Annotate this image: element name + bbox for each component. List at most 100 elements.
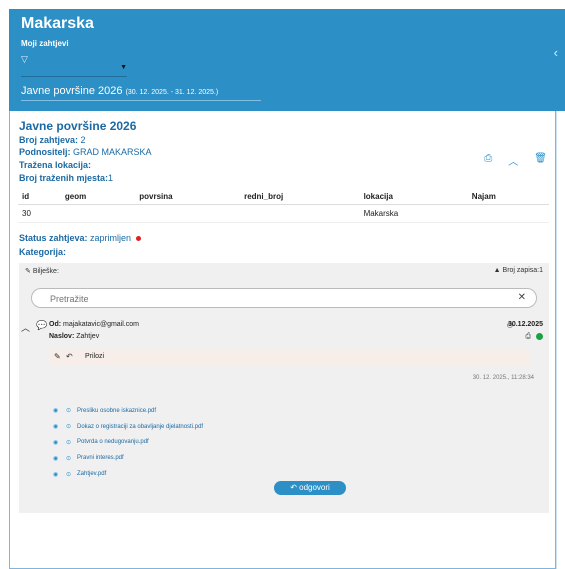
link-icon: ⊙ — [66, 471, 72, 478]
col-povrsina: povrsina — [135, 189, 241, 205]
notes-count-label: Broj zapisa:1 — [502, 267, 543, 274]
list-item: ◉ ⊙ Zahtjev.pdf — [53, 466, 203, 482]
note-date: 30.12.2025 — [507, 321, 543, 328]
attachments-bar: ✎ ↶ Prilozi — [49, 350, 529, 365]
note-from-label: Od: — [49, 321, 62, 328]
table-header-row: id geom povrsina redni_broj lokacija Naj… — [18, 189, 549, 205]
col-redni-broj: redni_broj — [240, 189, 360, 205]
cell-najam — [467, 204, 549, 223]
cell-id: 30 — [18, 204, 61, 223]
request-number-label: Broj zahtjeva: — [19, 135, 79, 145]
edit-icon[interactable]: ✎ — [25, 268, 31, 275]
check-icon — [536, 333, 543, 340]
notes-search[interactable]: ✕ — [31, 288, 537, 308]
note-timestamp: 30. 12. 2025., 11:28:34 — [472, 375, 534, 381]
request-title: Javne površine 2026 — [19, 119, 137, 133]
print-icon[interactable]: ⎙ — [484, 153, 492, 168]
card-actions: ⎙ ︿ 🗑 — [484, 153, 547, 168]
note-subject-value: Zahtjev — [76, 333, 100, 340]
requested-spots-label: Broj traženih mjesta: — [19, 173, 109, 183]
paperclip-icon: ⎙ — [525, 333, 531, 340]
chevron-left-icon[interactable]: ‹ — [554, 45, 558, 60]
status-label: Status zahtjeva: — [19, 233, 88, 243]
submitter-label: Podnositelj: — [19, 147, 71, 157]
reply-label: odgovori — [299, 483, 330, 492]
attachment-link[interactable]: Presliku osobne iskaznice.pdf — [77, 408, 156, 414]
note-subject-label: Naslov: — [49, 333, 75, 340]
notes-title: Bilješke: — [32, 268, 59, 275]
request-number: Broj zahtjeva: 2 — [19, 135, 86, 145]
cell-lokacija: Makarska — [359, 204, 468, 223]
request-type-select[interactable]: ▼ — [21, 64, 127, 77]
side-panel — [556, 111, 565, 569]
attachment-link[interactable]: Potvrda o nedugovanju.pdf — [77, 439, 149, 445]
eye-icon[interactable]: ◉ — [53, 471, 66, 478]
cell-povrsina — [135, 204, 241, 223]
notes-count[interactable]: ▲ Broj zapisa:1 — [494, 267, 543, 274]
link-icon: ⊙ — [66, 455, 72, 462]
list-item: ◉ ⊙ Potvrda o nedugovanju.pdf — [53, 435, 203, 451]
requested-spots-value: 1 — [108, 173, 114, 183]
eye-icon[interactable]: ◉ — [53, 455, 66, 462]
requested-location-label: Tražena lokacija: — [19, 160, 92, 170]
col-id: id — [18, 189, 61, 205]
attachments-label: Prilozi — [85, 353, 105, 360]
location-table: id geom povrsina redni_broj lokacija Naj… — [18, 189, 549, 223]
note-item: ︿ 💬 Od: majakatavic@gmail.com ◷ 30.12.20… — [21, 320, 547, 341]
request-status: Status zahtjeva: zaprimljen — [19, 233, 141, 243]
attachment-link[interactable]: Pravni interes.pdf — [77, 455, 124, 461]
cell-geom — [60, 204, 136, 223]
notes-header: ✎ Bilješke: — [25, 267, 59, 275]
eye-icon[interactable]: ◉ — [53, 439, 66, 446]
col-najam: Najam — [467, 189, 549, 205]
eye-icon[interactable]: ◉ — [53, 423, 66, 430]
link-icon: ⊙ — [66, 424, 72, 431]
app-title: Makarska — [21, 15, 94, 32]
request-card: Javne površine 2026 Broj zahtjeva: 2 Pod… — [9, 111, 556, 569]
chevron-down-icon: ▼ — [120, 64, 127, 71]
reply-button[interactable]: ↶ odgovori — [274, 481, 346, 495]
note-from: Od: majakatavic@gmail.com — [49, 321, 139, 328]
status-value: zaprimljen — [90, 233, 132, 243]
attachment-link[interactable]: Zahtjev.pdf — [77, 471, 106, 477]
chevron-up-icon[interactable]: ︿ — [21, 321, 30, 334]
col-geom: geom — [60, 189, 136, 205]
link-icon: ⊙ — [66, 439, 72, 446]
range-name: Javne površine 2026 — [21, 85, 123, 97]
trash-icon[interactable]: 🗑 — [534, 153, 547, 168]
divider — [21, 100, 261, 101]
attachment-link[interactable]: Dokaz o registraciji za obavljanje djela… — [77, 424, 203, 430]
link-icon: ⊙ — [66, 408, 72, 415]
col-lokacija: lokacija — [359, 189, 468, 205]
attachment-list: ◉ ⊙ Presliku osobne iskaznice.pdf ◉ ⊙ Do… — [53, 403, 203, 482]
eye-icon[interactable]: ◉ — [53, 407, 66, 414]
table-row[interactable]: 30 Makarska — [18, 204, 549, 223]
header-bar: Makarska Moji zahtjevi ▽ ▼ ‹ Javne površ… — [9, 9, 565, 111]
message-icon: 💬 — [36, 320, 48, 330]
submitter: Podnositelj: GRAD MAKARSKA — [19, 147, 152, 157]
note-subject: Naslov: Zahtjev — [49, 333, 99, 340]
category: Kategorija: — [19, 247, 67, 257]
page-subtitle[interactable]: Moji zahtjevi — [21, 39, 69, 48]
status-dot-icon — [135, 236, 141, 242]
filter-icon[interactable]: ▽ — [21, 54, 28, 65]
list-item: ◉ ⊙ Dokaz o registraciji za obavljanje d… — [53, 419, 203, 435]
notes-panel: ✎ Bilješke: ▲ Broj zapisa:1 ✕ ︿ 💬 Od: ma… — [19, 263, 549, 513]
chevron-up-icon[interactable]: ︿ — [508, 153, 518, 168]
range-title: Javne površine 2026 (30. 12. 2025. - 31.… — [21, 85, 218, 97]
range-dates: (30. 12. 2025. - 31. 12. 2025.) — [125, 89, 219, 96]
requested-location: Tražena lokacija: — [19, 160, 91, 170]
note-from-value: majakatavic@gmail.com — [63, 321, 139, 328]
submitter-value: GRAD MAKARSKA — [73, 147, 152, 157]
request-number-value: 2 — [80, 135, 86, 145]
close-icon[interactable]: ✕ — [518, 292, 526, 303]
edit-icon[interactable]: ✎ — [54, 352, 61, 361]
list-item: ◉ ⊙ Pravni interes.pdf — [53, 450, 203, 466]
list-item: ◉ ⊙ Presliku osobne iskaznice.pdf — [53, 403, 203, 419]
cell-redni-broj — [240, 204, 360, 223]
requested-spots: Broj traženih mjesta:1 — [19, 173, 113, 183]
sort-icon: ▲ — [493, 267, 501, 274]
reply-icon[interactable]: ↶ — [66, 352, 73, 361]
search-input[interactable] — [50, 292, 510, 306]
reply-icon: ↶ — [290, 483, 297, 492]
